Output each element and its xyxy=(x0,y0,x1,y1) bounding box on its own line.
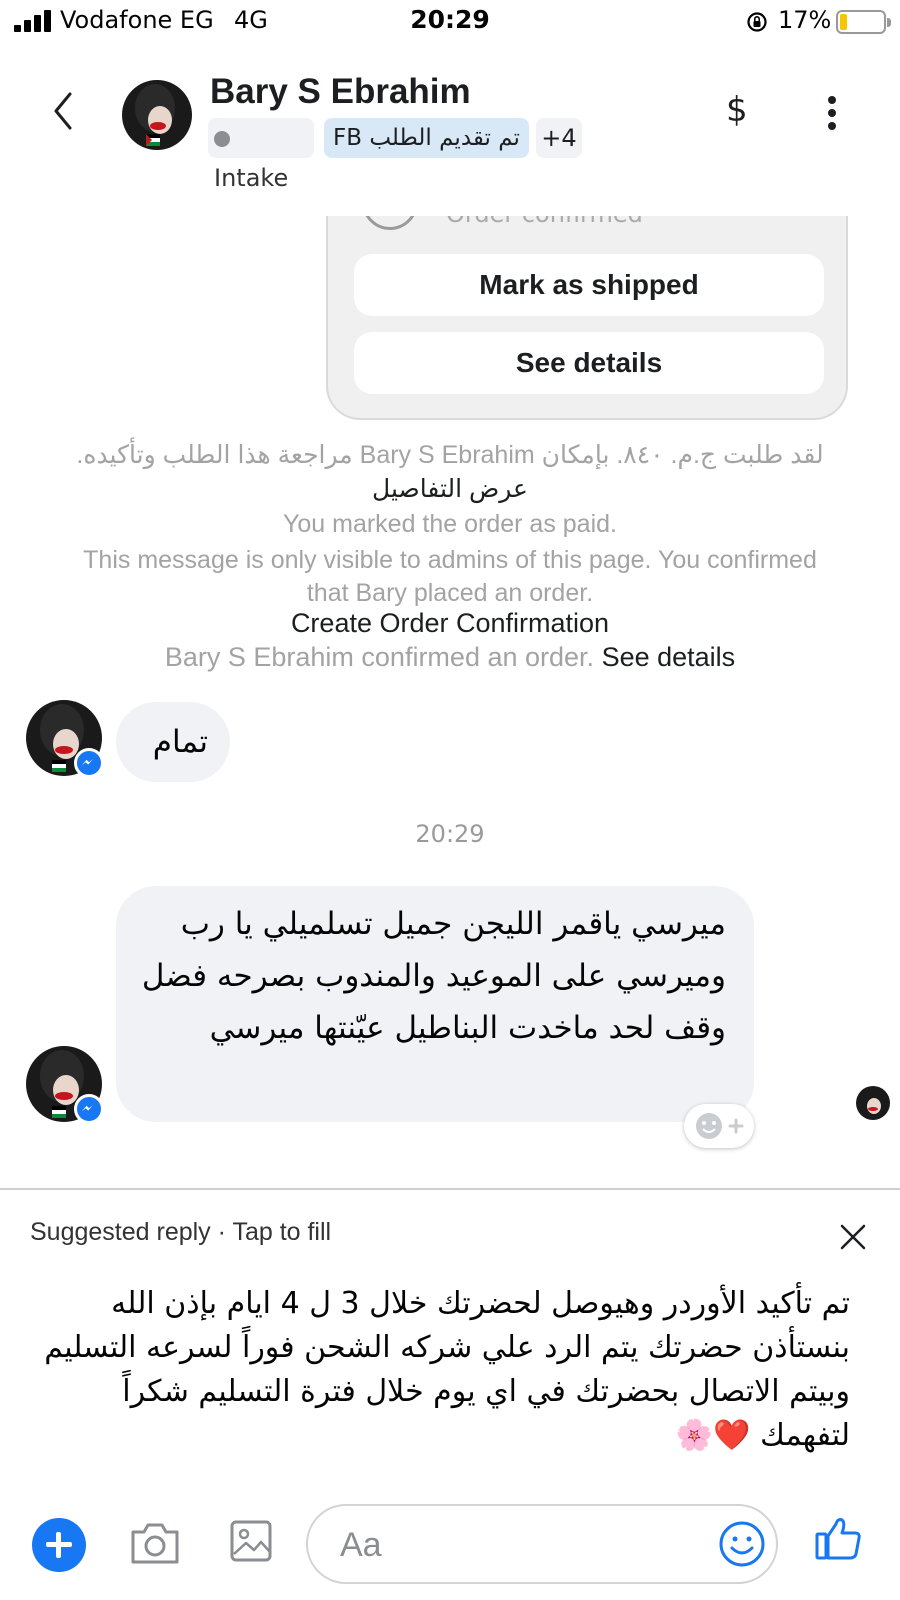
battery-icon xyxy=(836,10,891,34)
emoji-icon[interactable] xyxy=(716,1518,768,1570)
more-labels-tag[interactable]: +4 xyxy=(536,118,582,158)
camera-icon[interactable] xyxy=(128,1518,182,1568)
admin-only-notice: This message is only visible to admins o… xyxy=(0,544,900,610)
order-confirmed-text: Bary S Ebrahim confirmed an order. xyxy=(164,642,595,672)
message-composer xyxy=(0,1498,900,1600)
messenger-badge-icon xyxy=(74,748,104,778)
message-timestamp: 20:29 xyxy=(415,820,485,848)
orientation-lock-icon xyxy=(747,12,767,32)
gallery-icon[interactable] xyxy=(228,1516,274,1564)
order-confirmed-notice: Bary S Ebrahim confirmed an order. See d… xyxy=(0,642,900,673)
order-status-text: Order confirmed xyxy=(446,216,643,228)
add-reaction-icon[interactable] xyxy=(684,1104,754,1148)
back-chevron-icon[interactable] xyxy=(44,86,84,136)
divider xyxy=(0,1188,900,1190)
more-options-icon[interactable] xyxy=(826,96,838,130)
sender-avatar[interactable] xyxy=(26,700,104,778)
message-bubble[interactable]: تمام xyxy=(116,702,230,782)
thumbs-up-icon[interactable] xyxy=(814,1514,862,1562)
create-order-confirmation-link[interactable]: Create Order Confirmation xyxy=(0,608,900,639)
contact-avatar[interactable] xyxy=(122,80,192,150)
contact-name: Bary S Ebrahim xyxy=(210,72,471,111)
message-bubble[interactable]: ميرسي ياقمر الليجن جميل تسلميلي يا رب وم… xyxy=(116,886,754,1122)
battery-level xyxy=(840,14,847,30)
messenger-badge-icon xyxy=(74,1094,104,1124)
marked-paid-notice: You marked the order as paid. xyxy=(282,510,617,538)
see-details-button[interactable]: See details xyxy=(354,332,824,394)
order-status-icon xyxy=(362,216,418,230)
suggested-reply-text[interactable]: تم تأكيد الأوردر وهيوصل لحضرتك خلال 3 ل … xyxy=(30,1282,850,1458)
read-receipt-avatar xyxy=(856,1086,890,1120)
suggested-reply-title: Suggested reply · Tap to fill xyxy=(30,1218,332,1246)
mark-as-shipped-button[interactable]: Mark as shipped xyxy=(354,254,824,316)
order-request-notice: لقد طلبت ج.م. ٨٤٠. بإمكان Bary S Ebrahim… xyxy=(76,441,824,469)
message-input-field[interactable] xyxy=(306,1504,778,1584)
plus-icon[interactable] xyxy=(32,1518,86,1572)
status-dot-icon xyxy=(214,131,230,147)
order-card: Order confirmed Mark as shipped See deta… xyxy=(326,216,848,420)
status-bar: Vodafone EG 4G 20:29 17% xyxy=(0,0,900,46)
sender-avatar[interactable] xyxy=(26,1046,104,1124)
label-tag-intake[interactable]: Intake xyxy=(208,118,314,192)
view-details-link[interactable]: عرض التفاصيل xyxy=(0,474,900,504)
message-input[interactable] xyxy=(340,1520,700,1570)
close-icon[interactable] xyxy=(838,1222,868,1252)
admin-only-text: This message is only visible to admins o… xyxy=(83,546,817,607)
label-tag-text: Intake xyxy=(214,164,289,192)
see-details-link[interactable]: See details xyxy=(602,642,736,672)
battery-percent: 17% xyxy=(778,6,832,34)
conversation-header: Bary S Ebrahim Intake FB تم تقديم الطلب … xyxy=(0,46,900,192)
label-tag-text: FB تم تقديم الطلب xyxy=(333,125,520,151)
label-tag-order-submitted[interactable]: FB تم تقديم الطلب xyxy=(324,118,529,158)
payment-icon[interactable]: $ xyxy=(726,90,748,130)
